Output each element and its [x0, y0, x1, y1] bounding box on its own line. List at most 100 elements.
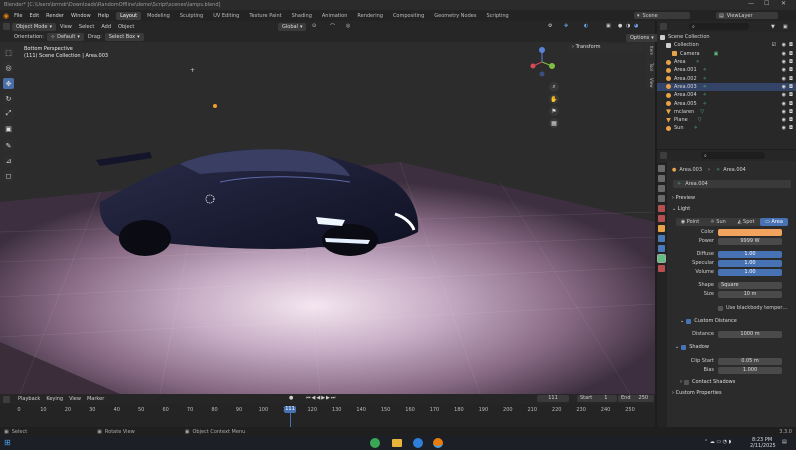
eye-icon[interactable]: ◉ — [782, 125, 786, 131]
outliner-row[interactable]: Scene Collection — [657, 33, 796, 41]
outliner-row[interactable]: Area ✧ ◉ ◘ — [657, 58, 796, 66]
transform-panel-header[interactable]: › Transform — [568, 44, 643, 52]
scale-tool-icon[interactable]: ⤢ — [3, 108, 14, 119]
render-camera-icon[interactable]: ◘ — [789, 92, 793, 98]
clip-start-field[interactable]: 0.05 m — [718, 357, 782, 365]
editor-type-icon[interactable] — [3, 23, 10, 30]
playback-controls[interactable]: ⏮◀◀▶▶⏭ — [306, 395, 336, 401]
eye-icon[interactable]: ◉ — [782, 109, 786, 115]
transform-orientation-dropdown[interactable]: Global ▾ — [278, 23, 307, 31]
eye-icon[interactable]: ◉ — [782, 117, 786, 123]
blender-taskbar-icon[interactable] — [433, 438, 443, 448]
tray-icons[interactable]: ⌃ ☁ ▭ ◔ ◗ — [704, 439, 731, 445]
render-camera-icon[interactable]: ◘ — [789, 51, 793, 57]
light-datablock-selector[interactable]: ✧ Area.004 — [673, 180, 791, 188]
world-tab-icon[interactable] — [658, 215, 665, 222]
outliner-search-input[interactable]: ⌕ — [689, 23, 749, 30]
render-camera-icon[interactable]: ◘ — [789, 109, 793, 115]
timeline-panel[interactable]: Playback Keying View Marker ● ⏮◀◀▶▶⏭ 111… — [0, 394, 655, 427]
menu-window[interactable]: Window — [71, 13, 91, 19]
outliner-row[interactable]: Area.001 ✧ ◉ ◘ — [657, 66, 796, 74]
custom-properties-panel-header[interactable]: › Custom Properties — [672, 390, 722, 396]
menu-render[interactable]: Render — [46, 13, 64, 19]
file-explorer-icon[interactable] — [392, 439, 402, 447]
eye-icon[interactable]: ◉ — [782, 84, 786, 90]
pivot-icon[interactable]: ⊙ — [312, 23, 316, 29]
select-tool-icon[interactable]: ⬚ — [3, 47, 14, 58]
add-cube-tool-icon[interactable]: ◻ — [3, 170, 14, 181]
rotate-tool-icon[interactable]: ↻ — [3, 93, 14, 104]
light-type-sun[interactable]: ☼ Sun — [704, 219, 732, 225]
minimize-button[interactable]: — — [748, 0, 754, 7]
workspace-tab-compositing[interactable]: Compositing — [389, 12, 428, 20]
playhead-line[interactable] — [290, 413, 291, 427]
outliner-row[interactable]: Area.005 ✧ ◉ ◘ — [657, 99, 796, 107]
workspace-tab-layout[interactable]: Layout — [116, 11, 142, 20]
workspace-tab-scripting[interactable]: Scripting — [482, 12, 512, 20]
transform-tool-icon[interactable]: ▣ — [3, 123, 14, 134]
render-camera-icon[interactable]: ◘ — [789, 101, 793, 107]
preview-panel-header[interactable]: › Preview — [672, 195, 695, 201]
snap-icon[interactable]: ⌒ — [330, 23, 335, 30]
cursor-tool-icon[interactable]: ◎ — [3, 62, 14, 73]
workspace-tab-geometry-nodes[interactable]: Geometry Nodes — [430, 12, 480, 20]
material-shading-icon[interactable]: ◑ — [626, 23, 630, 29]
workspace-tab-animation[interactable]: Animation — [318, 12, 352, 20]
viewport-menu-object[interactable]: Object — [118, 24, 134, 30]
view-layer-selector[interactable]: ▤ ViewLayer — [716, 12, 778, 19]
drag-dropdown[interactable]: Select Box ▾ — [104, 33, 144, 41]
object-mode-dropdown[interactable]: Object Mode ▾ — [12, 22, 57, 31]
menu-help[interactable]: Help — [98, 13, 109, 19]
chrome-icon[interactable] — [370, 438, 380, 448]
light-data-tab-icon[interactable] — [657, 254, 666, 263]
clock-date[interactable]: 2/11/2025 — [750, 443, 776, 449]
view-layer-tab-icon[interactable] — [658, 195, 665, 202]
eye-icon[interactable]: ◉ — [782, 92, 786, 98]
outliner-row[interactable]: Collection ☑ ◉ ◘ — [657, 41, 796, 49]
eye-icon[interactable]: ◉ — [782, 59, 786, 65]
move-tool-icon[interactable]: ✥ — [3, 78, 14, 89]
sidebar-tab-tool[interactable]: Tool — [646, 60, 654, 74]
properties-editor-type-icon[interactable] — [660, 152, 667, 159]
camera-view-icon[interactable]: ⚑ — [549, 106, 559, 116]
xray-toggle-icon[interactable]: ▣ — [606, 23, 611, 29]
close-button[interactable]: ✕ — [781, 0, 786, 7]
eye-icon[interactable]: ◉ — [782, 42, 786, 48]
specular-slider[interactable]: 1.00 — [718, 259, 782, 267]
notification-icon[interactable]: ▤ — [782, 439, 787, 445]
render-camera-icon[interactable]: ◘ — [789, 84, 793, 90]
playhead-frame-indicator[interactable]: 111 — [284, 406, 296, 413]
pan-hand-icon[interactable]: ✋ — [549, 94, 559, 104]
light-origin-marker[interactable] — [213, 104, 217, 108]
scene-selector[interactable]: ▾ Scene — [634, 12, 690, 19]
color-swatch[interactable] — [718, 228, 782, 236]
outliner-row[interactable]: Area.004 ✧ ◉ ◘ — [657, 91, 796, 99]
light-type-spot[interactable]: ◭ Spot — [732, 219, 760, 225]
workspace-tab-uv-editing[interactable]: UV Editing — [209, 12, 243, 20]
end-frame-field[interactable]: End 250 — [618, 395, 654, 402]
constraints-tab-icon[interactable] — [658, 245, 665, 252]
workspace-tab-texture-paint[interactable]: Texture Paint — [245, 12, 285, 20]
viewport-menu-select[interactable]: Select — [79, 24, 94, 30]
options-dropdown[interactable]: Options ▾ — [626, 34, 658, 42]
annotate-tool-icon[interactable]: ✎ — [3, 140, 14, 151]
properties-search-input[interactable]: ⌕ — [701, 152, 765, 159]
workspace-tab-rendering[interactable]: Rendering — [353, 12, 387, 20]
light-panel-header[interactable]: ⌄ Light — [672, 206, 690, 212]
start-frame-field[interactable]: Start 1 — [577, 395, 617, 402]
contact-shadows-panel-header[interactable]: › Contact Shadows — [680, 379, 735, 385]
timeline-editor-type-icon[interactable] — [3, 395, 10, 403]
menu-file[interactable]: File — [14, 13, 22, 19]
timeline-menu-keying[interactable]: Keying — [46, 396, 63, 402]
distance-field[interactable]: 1000 m — [718, 330, 782, 338]
filter-icon[interactable]: ▼ — [771, 24, 775, 30]
overlay-toggle-icon[interactable]: ◐ — [584, 23, 588, 29]
new-collection-icon[interactable]: ▣ — [783, 24, 788, 30]
texture-tab-icon[interactable] — [658, 265, 665, 272]
render-camera-icon[interactable]: ◘ — [789, 125, 793, 131]
eye-icon[interactable]: ◉ — [782, 67, 786, 73]
blender-logo-icon[interactable]: ◉ — [3, 12, 9, 20]
timeline-menu-playback[interactable]: Playback — [18, 396, 40, 402]
render-tab-icon[interactable] — [658, 175, 665, 182]
3d-viewport[interactable]: + ⬚ ◎ ✥ ↻ ⤢ ▣ ✎ ⊿ ◻ Bottom Perspective (… — [0, 42, 655, 394]
